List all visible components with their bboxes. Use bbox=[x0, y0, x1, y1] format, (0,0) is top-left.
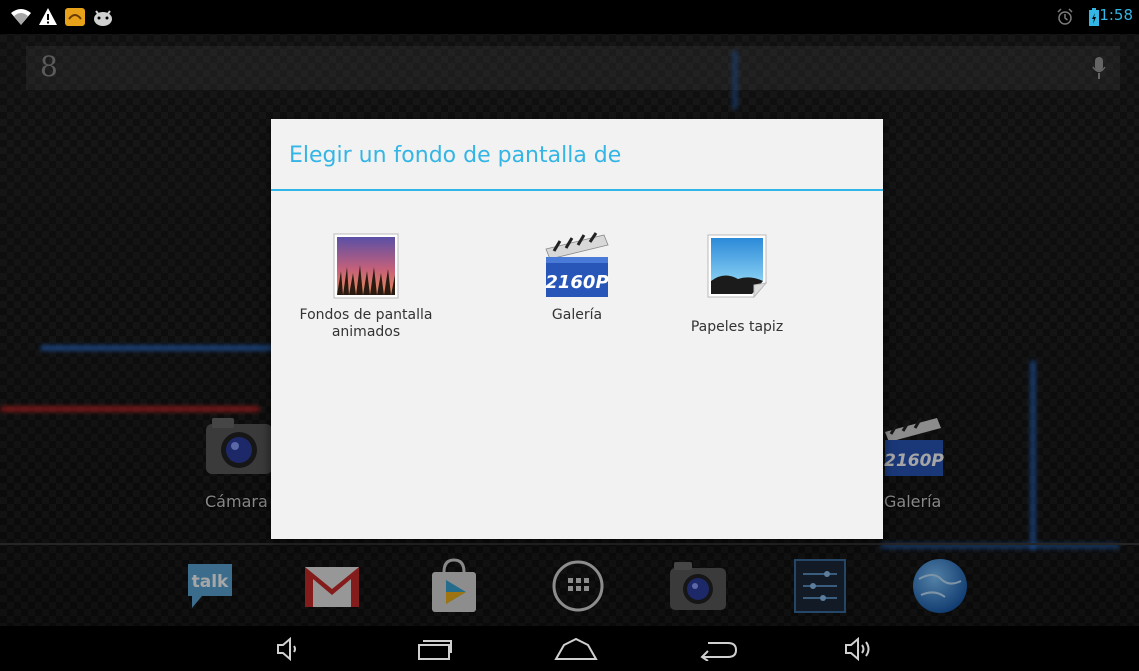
wallpaper-chooser-dialog: Elegir un fondo de pantalla de Fondos de… bbox=[271, 119, 883, 539]
status-time: 1:58 bbox=[1099, 6, 1133, 24]
wallpaper-picture-icon bbox=[707, 234, 768, 299]
navigation-bar bbox=[0, 626, 1139, 671]
gallery-badge: 2160P bbox=[545, 272, 608, 293]
option-label: Galería bbox=[551, 307, 603, 323]
back-icon bbox=[700, 642, 738, 661]
home-button[interactable] bbox=[554, 636, 598, 662]
volume-up-button[interactable] bbox=[836, 636, 880, 662]
volume-down-button[interactable] bbox=[266, 636, 310, 662]
wifi-icon bbox=[11, 9, 31, 25]
battery-icon bbox=[1089, 8, 1099, 26]
notification-app-icon bbox=[65, 8, 85, 26]
home-screen: 1:58 8 Cámara 2160P Galería talk Elegir … bbox=[0, 0, 1139, 671]
dialog-title: Elegir un fondo de pantalla de bbox=[289, 143, 622, 168]
home-icon bbox=[554, 637, 598, 660]
recent-apps-icon bbox=[418, 640, 452, 660]
warning-icon bbox=[39, 8, 57, 25]
live-wallpaper-icon bbox=[333, 233, 399, 299]
status-bar: 1:58 bbox=[0, 0, 1139, 34]
alarm-icon bbox=[1057, 8, 1073, 25]
recent-apps-button[interactable] bbox=[412, 636, 456, 662]
option-live-wallpapers[interactable]: Fondos de pantalla animados bbox=[286, 219, 446, 369]
option-label: Papeles tapiz bbox=[690, 319, 784, 335]
android-debug-icon bbox=[94, 10, 112, 26]
back-button[interactable] bbox=[696, 636, 740, 662]
option-wallpapers[interactable]: Papeles tapiz bbox=[657, 219, 817, 369]
volume-up-icon bbox=[845, 637, 870, 661]
gallery-icon: 2160P bbox=[545, 232, 609, 297]
option-gallery[interactable]: 2160P Galería bbox=[497, 219, 657, 369]
volume-down-icon bbox=[277, 637, 296, 661]
dialog-title-divider bbox=[271, 189, 883, 191]
option-label: Fondos de pantalla animados bbox=[299, 307, 433, 340]
